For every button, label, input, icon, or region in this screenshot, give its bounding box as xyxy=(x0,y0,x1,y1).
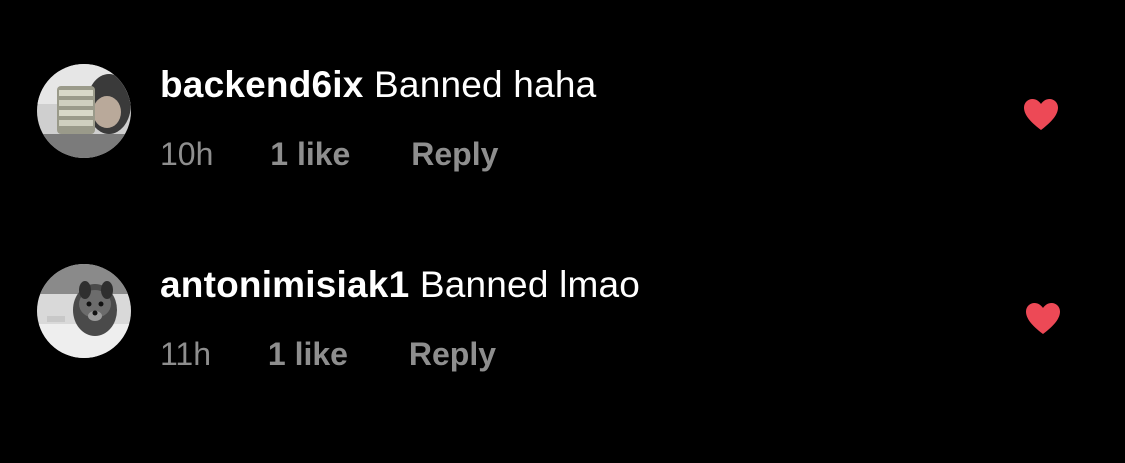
timestamp: 10h xyxy=(160,136,214,172)
avatar-dog-in-snow-icon xyxy=(37,264,131,358)
comment-meta: 10h 1 like Reply xyxy=(160,134,498,174)
avatar-person-holding-cash-icon xyxy=(37,64,131,158)
avatar[interactable] xyxy=(37,264,131,358)
comment-line: backend6ix Banned haha xyxy=(160,60,596,110)
avatar[interactable] xyxy=(37,64,131,158)
likes-count-link[interactable]: 1 like xyxy=(270,134,350,174)
comment-line: antonimisiak1 Banned lmao xyxy=(160,260,640,310)
comment-item: antonimisiak1 Banned lmao 11h 1 like Rep… xyxy=(0,258,1125,398)
reply-button[interactable]: Reply xyxy=(411,134,498,174)
comment-text: Banned lmao xyxy=(419,264,641,305)
heart-filled-icon[interactable] xyxy=(1025,302,1061,336)
likes-count-link[interactable]: 1 like xyxy=(268,334,348,374)
reply-button[interactable]: Reply xyxy=(409,334,496,374)
username-link[interactable]: backend6ix xyxy=(160,64,364,105)
comment-item: backend6ix Banned haha 10h 1 like Reply xyxy=(0,58,1125,198)
comment-text: Banned haha xyxy=(374,64,597,105)
username-link[interactable]: antonimisiak1 xyxy=(160,264,409,305)
heart-filled-icon[interactable] xyxy=(1023,98,1059,132)
timestamp: 11h xyxy=(160,336,212,372)
comment-meta: 11h 1 like Reply xyxy=(160,334,496,374)
